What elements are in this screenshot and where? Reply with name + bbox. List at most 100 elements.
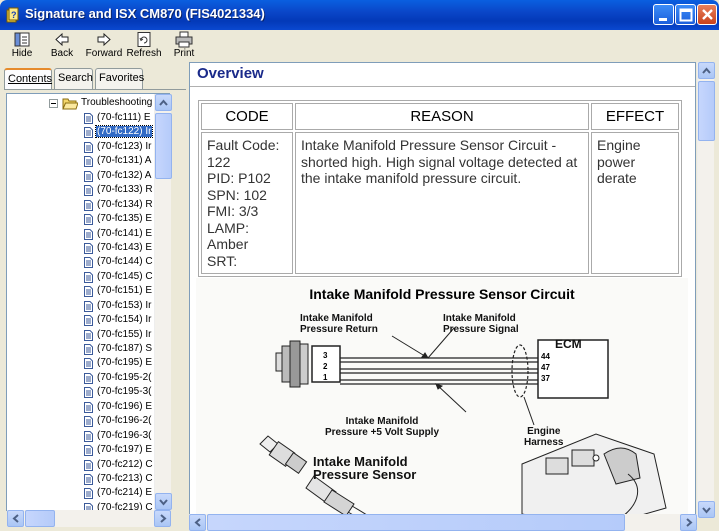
collapse-toggle-icon[interactable]	[49, 99, 58, 108]
tree-item[interactable]: (70-fc214) E	[84, 486, 154, 500]
tree-item[interactable]: (70-fc154) Ir	[84, 313, 154, 327]
label-pressure-sensor: Intake Manifold Pressure Sensor	[313, 454, 417, 482]
chevron-down-icon	[159, 499, 168, 506]
tree-item[interactable]: (70-fc134) R	[84, 198, 154, 212]
label-5v-supply: Intake Manifold Pressure +5 Volt Supply	[325, 416, 440, 438]
tree-item[interactable]: (70-fc123) Ir	[84, 140, 154, 154]
hide-button[interactable]: Hide	[8, 30, 36, 61]
content-hscroll-thumb[interactable]	[207, 514, 625, 531]
tree-scroll-right-button[interactable]	[154, 510, 171, 527]
tree-item[interactable]: (70-fc141) E	[84, 227, 154, 241]
tree-item[interactable]: (70-fc196-3(	[84, 429, 154, 443]
tree-item[interactable]: (70-fc196) E	[84, 400, 154, 414]
tree-item[interactable]: (70-fc213) C	[84, 472, 154, 486]
tree-item[interactable]: (70-fc132) A	[84, 169, 154, 183]
document-icon	[84, 315, 93, 327]
column-header-reason: REASON	[295, 103, 589, 130]
tree-horizontal-scrollbar[interactable]	[7, 510, 171, 527]
tree-item[interactable]: (70-fc197) E	[84, 443, 154, 457]
tree-item[interactable]: (70-fc144) C	[84, 255, 154, 269]
content-horizontal-scrollbar[interactable]	[189, 514, 697, 531]
minimize-icon	[659, 18, 667, 21]
tab-favorites[interactable]: Favorites	[95, 68, 144, 89]
document-icon	[84, 156, 93, 168]
tree-item[interactable]: (70-fc143) E	[84, 241, 154, 255]
tree-item-label: (70-fc123) Ir	[97, 140, 152, 152]
tree-item-label: (70-fc195-3(	[97, 386, 152, 398]
tree-item-label: (70-fc197) E	[97, 444, 153, 456]
print-button[interactable]: Print	[171, 30, 197, 61]
tab-contents[interactable]: Contents	[4, 68, 52, 90]
document-icon	[84, 401, 93, 413]
document-icon	[84, 242, 93, 254]
refresh-button[interactable]: Refresh	[126, 30, 162, 61]
sensor-pin-3: 3	[323, 351, 328, 360]
chevron-up-icon	[702, 67, 711, 74]
document-icon	[84, 416, 93, 428]
close-button[interactable]	[697, 4, 717, 25]
tree-item[interactable]: (70-fc195-3(	[84, 385, 154, 399]
tree-items: (70-fc111) E (70-fc122) Ir (70-fc123) Ir (7…	[84, 111, 154, 510]
document-icon	[84, 214, 93, 226]
back-button[interactable]: Back	[46, 30, 78, 61]
code-cell: Fault Code: 122 PID: P102 SPN: 102 FMI: …	[201, 132, 293, 274]
ecm-pin-44: 44	[541, 352, 550, 361]
tree-item-label: (70-fc213) C	[97, 472, 153, 484]
tree-item[interactable]: (70-fc155) Ir	[84, 328, 154, 342]
tree-item[interactable]: (70-fc151) E	[84, 284, 154, 298]
help-book-icon: ?	[6, 7, 19, 23]
chevron-right-icon	[686, 518, 693, 527]
tree-item[interactable]: (70-fc111) E	[84, 111, 154, 125]
content-pane: Overview CODE REASON EFFECT Fault Code: …	[189, 62, 696, 518]
sensor-connector-icon	[275, 340, 341, 388]
tree-item[interactable]: (70-fc196-2(	[84, 414, 154, 428]
tree-scroll-down-button[interactable]	[155, 493, 172, 510]
tree-scroll-up-button[interactable]	[155, 94, 172, 111]
document-icon	[84, 271, 93, 283]
content-scroll-left-button[interactable]	[189, 514, 206, 531]
content-vertical-scrollbar[interactable]	[697, 62, 715, 518]
tree-item-label: (70-fc195-2(	[97, 371, 152, 383]
tree-item-label: (70-fc151) E	[97, 285, 153, 297]
content-scroll-right-button[interactable]	[680, 514, 697, 531]
document-icon	[84, 344, 93, 355]
tree-item[interactable]: (70-fc131) A	[84, 154, 154, 168]
close-icon	[702, 9, 713, 20]
tab-search[interactable]: Search	[54, 68, 93, 89]
content-scroll-down-button[interactable]	[698, 501, 715, 518]
document-icon	[84, 141, 93, 153]
tree-item-label: (70-fc196-2(	[97, 415, 152, 427]
minimize-button[interactable]	[653, 4, 674, 25]
tree-vertical-scrollbar[interactable]	[154, 94, 172, 510]
tree-item[interactable]: (70-fc187) S	[84, 342, 154, 356]
document-icon	[84, 257, 93, 269]
tree-item[interactable]: (70-fc195) E	[84, 356, 154, 370]
tree-item[interactable]: (70-fc133) R	[84, 183, 154, 197]
tree-item-label: (70-fc214) E	[97, 487, 153, 499]
tree-item[interactable]: (70-fc135) E	[84, 212, 154, 226]
tree-item[interactable]: (70-fc145) C	[84, 270, 154, 284]
tree-item-label: (70-fc144) C	[97, 256, 153, 268]
tree-item[interactable]: (70-fc195-2(	[84, 371, 154, 385]
forward-button[interactable]: Forward	[84, 30, 124, 61]
maximize-button[interactable]	[675, 4, 696, 25]
tree-item[interactable]: (70-fc122) Ir	[84, 125, 154, 139]
column-header-code: CODE	[201, 103, 293, 130]
ecm-pin-37: 37	[541, 374, 550, 383]
content-scroll-thumb[interactable]	[698, 81, 715, 141]
sensor-pin-2: 2	[323, 362, 328, 371]
content-scroll-up-button[interactable]	[698, 62, 715, 79]
contents-tree[interactable]: Troubleshooting (70-fc111) E (70-fc122) I…	[6, 93, 170, 511]
tree-item-label: (70-fc187) S	[97, 343, 153, 354]
tree-hscroll-thumb[interactable]	[25, 510, 55, 527]
page-title: Overview	[197, 65, 264, 82]
tree-item[interactable]: (70-fc153) Ir	[84, 299, 154, 313]
document-icon	[84, 113, 93, 124]
tree-scroll-thumb[interactable]	[155, 113, 172, 179]
fault-code-table: CODE REASON EFFECT Fault Code: 122 PID: …	[198, 100, 682, 277]
tree-item[interactable]: (70-fc212) C	[84, 458, 154, 472]
chevron-left-icon	[12, 514, 19, 523]
tree-item-label: (70-fc154) Ir	[97, 314, 152, 326]
tree-scroll-left-button[interactable]	[7, 510, 24, 527]
maximize-icon	[679, 8, 693, 22]
